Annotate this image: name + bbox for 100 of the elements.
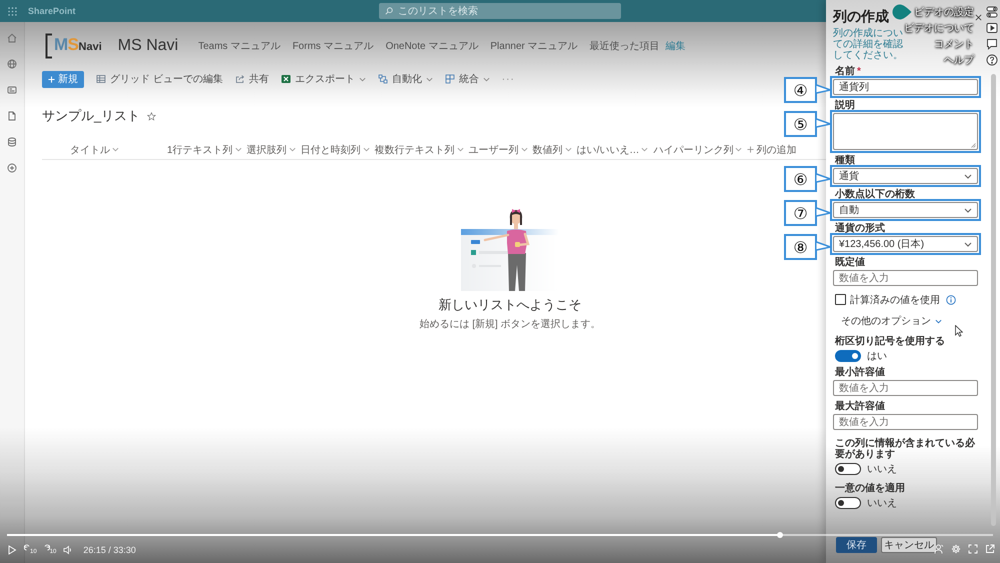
text-field[interactable]: 数値を入力 [833,380,978,396]
field-label: 桁区切り記号を使用する [834,336,946,347]
nav-link[interactable]: Forms マニュアル [292,39,374,53]
field-label: この列に情報が含まれている必要があります [834,438,976,460]
chevron-down-icon [112,147,119,152]
command-button[interactable]: 自動化 [378,72,433,86]
video-menu-item[interactable]: コメント [934,37,974,51]
nav-link[interactable]: Planner マニュアル [490,39,578,53]
database-icon[interactable] [7,137,17,147]
info-icon[interactable] [946,294,956,304]
video-menu-item[interactable]: ビデオの設定 [914,5,974,19]
video-menu-item[interactable]: ヘルプ [944,53,974,67]
empty-state-heading: 新しいリストへようこそ [438,296,582,314]
site-title[interactable]: MS Navi [118,37,178,55]
text-field[interactable]: 数値を入力 [833,414,978,430]
play-icon[interactable] [7,544,17,554]
chevron-down-icon [564,147,572,152]
dropdown[interactable]: 通貨 [833,168,978,184]
chevron-down-icon [964,242,972,246]
new-button[interactable]: 新規 [42,70,84,88]
rewind-icon [24,544,30,552]
spreadsheet-icon [280,74,291,84]
dropdown[interactable]: ¥123,456.00 (日本) [833,236,978,252]
column-header[interactable]: 日付と時刻列 [300,142,370,156]
toggle-switch[interactable] [835,496,861,508]
column-header[interactable]: 選択肢列 [246,142,296,156]
field-label: 既定値 [834,257,866,268]
chevron-down-icon [288,147,296,152]
document-icon[interactable] [7,111,17,121]
scrollbar[interactable] [991,74,996,526]
search-field[interactable]: このリストを検索 [379,3,621,19]
fullscreen-icon[interactable] [968,544,978,554]
dropdown[interactable]: 自動 [833,202,978,218]
share-icon [234,74,245,84]
home-icon[interactable] [7,33,17,43]
command-button[interactable]: グリッド ビューでの編集 [96,72,223,86]
cursor-icon [955,325,963,337]
comment-icon[interactable] [986,38,998,50]
column-header[interactable]: タイトル [70,142,162,156]
field-label: 名前 * [834,66,862,77]
person-icon[interactable] [934,544,944,554]
toggle-state: はい [867,350,887,362]
column-header[interactable]: はい/いいえ… [576,142,648,156]
column-header[interactable]: ユーザー列 [468,142,528,156]
empty-state-hint: 始めるには [新規] ボタンを選択します。 [419,318,601,331]
field-label: 小数点以下の桁数 [834,189,916,200]
step-callout: ⑤ [784,111,817,137]
logo-text[interactable]: MSNavi [54,35,102,57]
settings-icon[interactable] [986,6,998,18]
checkbox-label: 計算済みの値を使用 [850,294,940,306]
volume-icon[interactable] [63,544,74,554]
field-label: 説明 [834,100,856,111]
video-icon[interactable] [986,22,998,34]
flow-icon [378,74,388,84]
toggle-switch[interactable] [835,462,861,474]
popout-icon[interactable] [985,544,995,554]
app-launcher-icon[interactable] [8,6,17,16]
panel-description[interactable]: 列の作成についての詳細を確認してください。 [833,28,903,61]
step-callout: ⑧ [784,234,817,260]
step-callout: ⑥ [784,166,817,192]
nav-link[interactable]: OneNote マニュアル [386,39,478,53]
logo-bracket-icon [45,33,53,59]
close-icon[interactable] [975,14,982,20]
nav-link[interactable]: 最近使った項目 [590,39,660,53]
field-label: 種類 [834,155,856,166]
globe-icon[interactable] [7,59,17,69]
panel-title: 列の作成 [833,8,889,26]
toggle-state: いいえ [867,462,897,476]
chevron-down-icon [735,147,742,152]
blocks-icon [444,74,455,84]
plus-icon [747,146,754,153]
add-column-button[interactable]: 列の追加 [747,142,796,156]
toggle-switch[interactable] [835,350,861,362]
list-title: サンプル_リスト [42,107,140,125]
text-field[interactable]: 通貨列 [833,79,978,95]
field-label: 一意の値を適用 [834,483,906,494]
text-field[interactable]: 数値を入力 [833,270,978,286]
video-menu-item[interactable]: ビデオについて [904,21,974,35]
column-header[interactable]: 1行テキスト列 [167,142,242,156]
chevron-down-icon [362,147,370,152]
news-icon[interactable] [7,85,17,95]
command-button[interactable]: 共有 [234,72,269,86]
chevron-down-icon [234,147,242,152]
cancel-button[interactable]: キャンセル [881,537,937,553]
add-icon[interactable] [7,163,17,173]
column-header[interactable]: ハイパーリンク列 [653,142,742,156]
column-header[interactable]: 複数行テキスト列 [374,142,464,156]
field-label: 通貨の形式 [834,223,886,234]
nav-link[interactable]: Teams マニュアル [198,39,280,53]
plus-icon [48,76,55,82]
more-options-button[interactable]: その他のオプション [841,314,942,328]
save-button[interactable]: 保存 [836,537,877,553]
column-header[interactable]: 数値列 [532,142,572,156]
command-button[interactable]: エクスポート [280,72,366,86]
resize-grip-icon[interactable] [971,143,976,148]
checkbox[interactable] [835,294,846,305]
command-button[interactable]: 統合 [444,72,490,86]
star-icon[interactable] [147,112,156,120]
chevron-down-icon [456,147,464,152]
field-label: 最小許容値 [834,367,886,378]
